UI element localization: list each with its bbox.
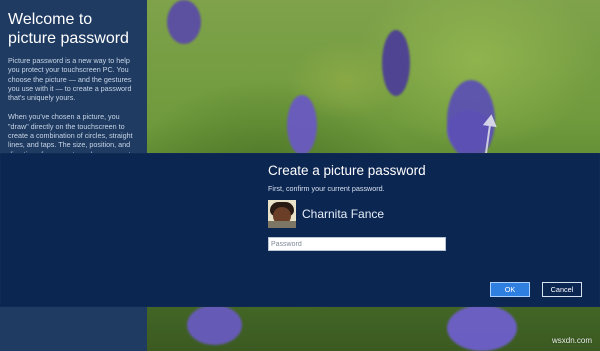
lavender-flower — [167, 0, 201, 44]
watermark-text: wsxdn.com — [551, 336, 592, 345]
lavender-flower — [447, 305, 517, 351]
avatar — [268, 200, 296, 228]
intro-paragraph-2: When you've chosen a picture, you "draw"… — [8, 112, 133, 158]
dialog-title: Create a picture password — [268, 163, 426, 178]
cancel-button[interactable]: Cancel — [542, 282, 582, 297]
page-title: Welcome to picture password — [8, 11, 129, 47]
ok-button[interactable]: OK — [490, 282, 530, 297]
password-input[interactable] — [268, 237, 446, 251]
lavender-flower — [187, 305, 242, 345]
intro-paragraph-1: Picture password is a new way to help yo… — [8, 56, 132, 103]
dialog-subtitle: First, confirm your current password. — [268, 184, 385, 193]
user-name: Charnita Fance — [302, 207, 385, 221]
lavender-flower — [382, 30, 410, 96]
avatar-collar — [268, 221, 296, 228]
user-row: Charnita Fance — [268, 200, 384, 228]
lavender-flower — [287, 95, 317, 155]
